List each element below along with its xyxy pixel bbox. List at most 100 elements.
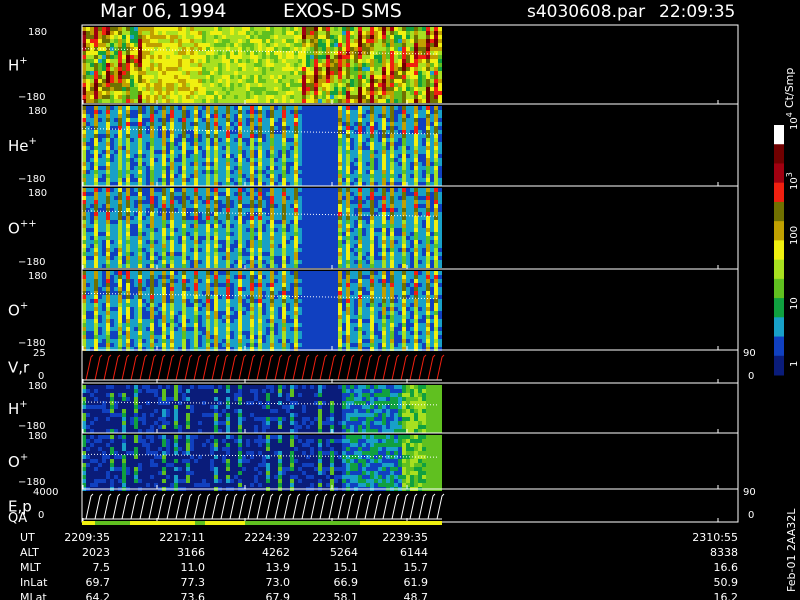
heat-cell	[298, 228, 302, 232]
heat-cell	[370, 216, 374, 220]
heat-cell	[114, 79, 118, 83]
heat-cell	[202, 79, 206, 83]
heat-cell	[386, 71, 390, 75]
heat-cell	[130, 134, 134, 138]
heat-cell	[238, 236, 242, 240]
heat-cell	[398, 134, 402, 138]
heat-cell	[226, 51, 230, 55]
heat-cell	[186, 216, 190, 220]
heat-cell	[278, 200, 282, 204]
heat-cell	[330, 162, 334, 166]
heat-cell	[210, 27, 214, 31]
heat-cell	[358, 27, 362, 31]
heat-cell	[350, 55, 354, 59]
heat-cell	[106, 188, 110, 192]
heat-cell	[130, 31, 134, 35]
heat-cell	[354, 252, 358, 256]
heat-cell	[390, 114, 394, 118]
heat-cell	[250, 228, 254, 232]
heat-cell	[406, 114, 410, 118]
heat-cell	[262, 204, 266, 208]
heat-cell	[302, 43, 306, 47]
heat-cell	[342, 126, 346, 130]
heat-cell	[190, 264, 194, 268]
heat-cell	[290, 67, 294, 71]
heat-cell	[90, 63, 94, 67]
heat-cell	[422, 71, 426, 75]
heat-cell	[430, 43, 434, 47]
heat-cell	[322, 122, 326, 126]
heat-cell	[102, 63, 106, 67]
heat-cell	[358, 220, 362, 224]
heat-cell	[302, 264, 306, 268]
heat-cell	[102, 196, 106, 200]
heat-cell	[142, 79, 146, 83]
heat-cell	[262, 67, 266, 71]
heat-cell	[146, 150, 150, 154]
heat-cell	[94, 79, 98, 83]
heat-cell	[386, 39, 390, 43]
heat-cell	[394, 154, 398, 158]
heat-cell	[170, 114, 174, 118]
heat-cell	[218, 166, 222, 170]
heat-cell	[414, 150, 418, 154]
heat-cell	[270, 118, 274, 122]
heat-cell	[254, 83, 258, 87]
heat-cell	[422, 35, 426, 39]
heat-cell	[350, 31, 354, 35]
heat-cell	[130, 158, 134, 162]
heat-cell	[370, 228, 374, 232]
heat-cell	[222, 55, 226, 59]
heat-cell	[210, 248, 214, 252]
heat-cell	[154, 114, 158, 118]
heat-cell	[358, 208, 362, 212]
heat-cell	[326, 240, 330, 244]
heat-cell	[362, 182, 366, 186]
heat-cell	[206, 71, 210, 75]
heat-cell	[350, 91, 354, 95]
heat-cell	[142, 256, 146, 260]
heat-cell	[434, 39, 438, 43]
heat-cell	[306, 158, 310, 162]
heat-cell	[294, 27, 298, 31]
heat-cell	[374, 91, 378, 95]
heat-cell	[162, 208, 166, 212]
heat-cell	[162, 178, 166, 182]
heat-cell	[174, 118, 178, 122]
heat-cell	[374, 55, 378, 59]
heat-cell	[234, 118, 238, 122]
heat-cell	[94, 178, 98, 182]
heat-cell	[358, 170, 362, 174]
heat-cell	[198, 158, 202, 162]
heat-cell	[126, 31, 130, 35]
heat-cell	[390, 150, 394, 154]
heat-cell	[330, 79, 334, 83]
heat-cell	[182, 83, 186, 87]
heat-cell	[378, 138, 382, 142]
heat-cell	[182, 150, 186, 154]
heat-cell	[234, 130, 238, 134]
heat-cell	[330, 138, 334, 142]
heat-cell	[414, 138, 418, 142]
heat-cell	[86, 83, 90, 87]
heat-cell	[206, 39, 210, 43]
heat-cell	[106, 192, 110, 196]
heat-cell	[350, 264, 354, 268]
heat-cell	[322, 200, 326, 204]
heat-cell	[278, 260, 282, 264]
heat-cell	[262, 192, 266, 196]
heat-cell	[422, 79, 426, 83]
heat-cell	[290, 196, 294, 200]
heat-cell	[254, 134, 258, 138]
heat-cell	[378, 142, 382, 146]
heat-cell	[218, 39, 222, 43]
heat-cell	[286, 216, 290, 220]
heat-cell	[98, 122, 102, 126]
heat-cell	[282, 170, 286, 174]
heat-cell	[174, 83, 178, 87]
heat-cell	[302, 192, 306, 196]
heat-cell	[234, 188, 238, 192]
heat-cell	[282, 188, 286, 192]
heat-cell	[330, 126, 334, 130]
heat-cell	[286, 174, 290, 178]
